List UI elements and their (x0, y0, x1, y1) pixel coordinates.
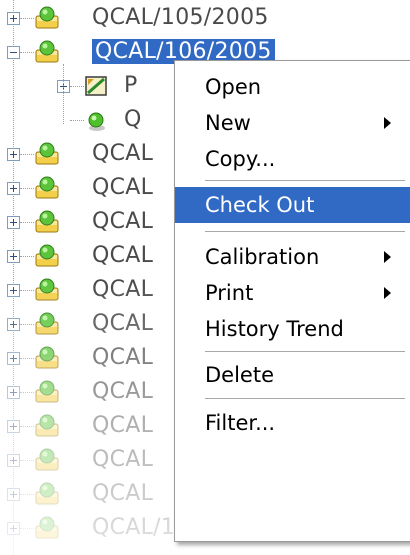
sample-icon (33, 277, 61, 303)
menu-item-label: Copy... (205, 147, 276, 171)
menu-item-label: Delete (205, 363, 274, 387)
menu-item-print[interactable]: Print (175, 275, 410, 311)
expand-toggle-icon[interactable] (7, 522, 20, 535)
submenu-arrow-icon (384, 117, 391, 129)
submenu-arrow-icon (384, 287, 391, 299)
menu-item-label: Calibration (205, 245, 320, 269)
menu-separator (205, 351, 405, 353)
submenu-arrow-icon (384, 251, 391, 263)
menu-item-delete[interactable]: Delete (175, 357, 410, 393)
expand-toggle-icon[interactable] (7, 12, 20, 25)
menu-item-label: Open (205, 75, 262, 99)
expand-toggle-icon[interactable] (7, 250, 20, 263)
sample-icon (33, 413, 61, 439)
menu-item-new[interactable]: New (175, 105, 410, 141)
menu-item-label: Filter... (205, 411, 276, 435)
tree-node-label[interactable]: QCAL (92, 243, 153, 268)
expand-toggle-icon[interactable] (7, 182, 20, 195)
tree-connector (20, 290, 34, 291)
sample-icon (33, 209, 61, 235)
expand-toggle-icon[interactable] (7, 454, 20, 467)
menu-item-calibration[interactable]: Calibration (175, 239, 410, 275)
tree-connector (20, 528, 34, 529)
expand-toggle-icon[interactable] (7, 352, 20, 365)
tree-connector (20, 392, 34, 393)
menu-item-open[interactable]: Open (175, 69, 410, 105)
tree-node-label[interactable]: QCAL (92, 209, 153, 234)
sample-icon (33, 345, 61, 371)
menu-separator (205, 180, 405, 182)
tree-node-label[interactable]: QCAL (92, 277, 153, 302)
document-icon (82, 73, 110, 99)
tree-connector (20, 324, 34, 325)
tree-node-label[interactable]: QCAL (92, 379, 153, 404)
menu-item-label: Print (205, 281, 254, 305)
tree-connector (20, 154, 34, 155)
tree-node-label[interactable]: Q (124, 107, 142, 132)
tree-node-label[interactable]: QCAL (92, 175, 153, 200)
tree-connector (20, 460, 34, 461)
tree-connector (20, 188, 34, 189)
tree-connector (20, 256, 34, 257)
tree-node-label[interactable]: QCAL/105/2005 (92, 5, 269, 30)
sample-icon (33, 243, 61, 269)
tree-node-label[interactable]: QCAL (92, 447, 153, 472)
menu-item-label: New (205, 111, 251, 135)
tree-node[interactable]: QCAL/105/2005 (0, 2, 410, 36)
tree-connector (20, 494, 34, 495)
menu-item-copy[interactable]: Copy... (175, 141, 410, 177)
menu-separator (205, 231, 405, 233)
expand-toggle-icon[interactable] (7, 284, 20, 297)
tree-node-label[interactable]: P (124, 73, 138, 98)
expand-toggle-icon[interactable] (7, 386, 20, 399)
expand-toggle-icon[interactable] (7, 420, 20, 433)
tree-node-label[interactable]: QCAL (92, 141, 153, 166)
sample-icon (33, 5, 61, 31)
tree-connector (20, 426, 34, 427)
menu-item-filter[interactable]: Filter... (175, 405, 410, 441)
context-menu[interactable]: Open New Copy... Check Out Calibration Print H… (174, 60, 410, 542)
menu-separator (205, 398, 405, 400)
expand-toggle-icon[interactable] (7, 488, 20, 501)
menu-item-label: History Trend (205, 317, 344, 341)
menu-item-label: Check Out (205, 193, 315, 217)
expand-toggle-icon[interactable] (7, 148, 20, 161)
expand-toggle-icon[interactable] (7, 216, 20, 229)
sample-icon (33, 447, 61, 473)
tree-node-label[interactable]: QCAL (92, 413, 153, 438)
sample-icon (33, 175, 61, 201)
sample-icon (33, 311, 61, 337)
tree-node-label[interactable]: QCAL (92, 311, 153, 336)
sample-icon (33, 515, 61, 541)
menu-item-check-out[interactable]: Check Out (175, 187, 410, 223)
expand-toggle-icon[interactable] (7, 318, 20, 331)
sample-icon (33, 379, 61, 405)
tree-node-label[interactable]: QCAL (92, 481, 153, 506)
tree-connector (20, 222, 34, 223)
tree-connector (20, 52, 34, 53)
tree-connector (20, 358, 34, 359)
green-ball-icon (82, 107, 110, 133)
collapse-toggle-icon[interactable] (7, 46, 20, 59)
sample-icon (33, 39, 61, 65)
tree-connector (20, 18, 34, 19)
tree-child-line (63, 64, 64, 124)
sample-icon (33, 141, 61, 167)
menu-item-history-trend[interactable]: History Trend (175, 311, 410, 347)
sample-icon (33, 481, 61, 507)
tree-node-label[interactable]: QCAL (92, 345, 153, 370)
